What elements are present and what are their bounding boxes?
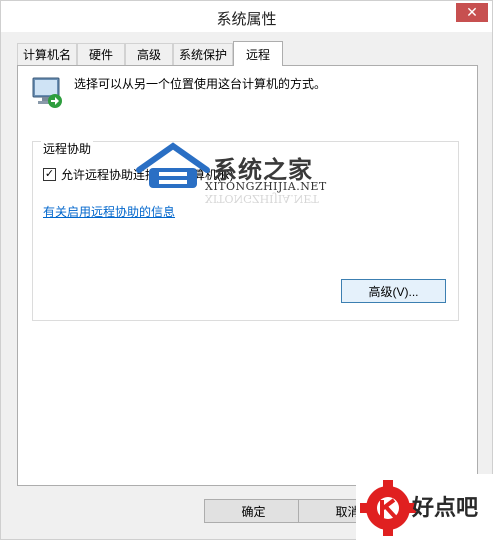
title-bar[interactable]: 系统属性 ✕ xyxy=(1,1,492,32)
remote-tab-panel: 选择可以从另一个位置使用这台计算机的方式。 远程协助 ✓ 允许远程协助连接这台计… xyxy=(17,65,478,486)
remote-assistance-info-link[interactable]: 有关启用远程协助的信息 xyxy=(43,203,175,220)
cancel-button[interactable]: 取消 xyxy=(298,499,397,523)
system-properties-window: 系统属性 ✕ 计算机名 硬件 高级 系统保护 远程 选择可以从另一个位置使用这台… xyxy=(0,0,493,540)
remote-assistance-group: 远程协助 ✓ 允许远程协助连接这台计算机(R) 有关启用远程协助的信息 高级(V… xyxy=(32,140,459,321)
tab-hardware[interactable]: 硬件 xyxy=(77,43,125,65)
allow-remote-assistance-checkbox[interactable]: ✓ 允许远程协助连接这台计算机(R) xyxy=(43,166,234,183)
allow-remote-assistance-label: 允许远程协助连接这台计算机(R) xyxy=(61,168,234,182)
close-button[interactable]: ✕ xyxy=(456,3,488,22)
window-title: 系统属性 xyxy=(216,11,277,28)
tab-remote[interactable]: 远程 xyxy=(233,41,283,66)
remote-assistance-group-title: 远程协助 xyxy=(41,140,94,157)
tab-advanced[interactable]: 高级 xyxy=(125,43,173,65)
ok-button[interactable]: 确定 xyxy=(204,499,303,523)
advanced-button[interactable]: 高级(V)... xyxy=(341,279,446,303)
checkbox-box[interactable]: ✓ xyxy=(43,168,56,181)
remote-description: 选择可以从另一个位置使用这台计算机的方式。 xyxy=(74,77,327,91)
remote-monitor-icon xyxy=(32,77,62,108)
tab-computer-name[interactable]: 计算机名 xyxy=(17,43,77,65)
close-icon: ✕ xyxy=(466,4,478,20)
tab-system-protection[interactable]: 系统保护 xyxy=(173,43,233,65)
